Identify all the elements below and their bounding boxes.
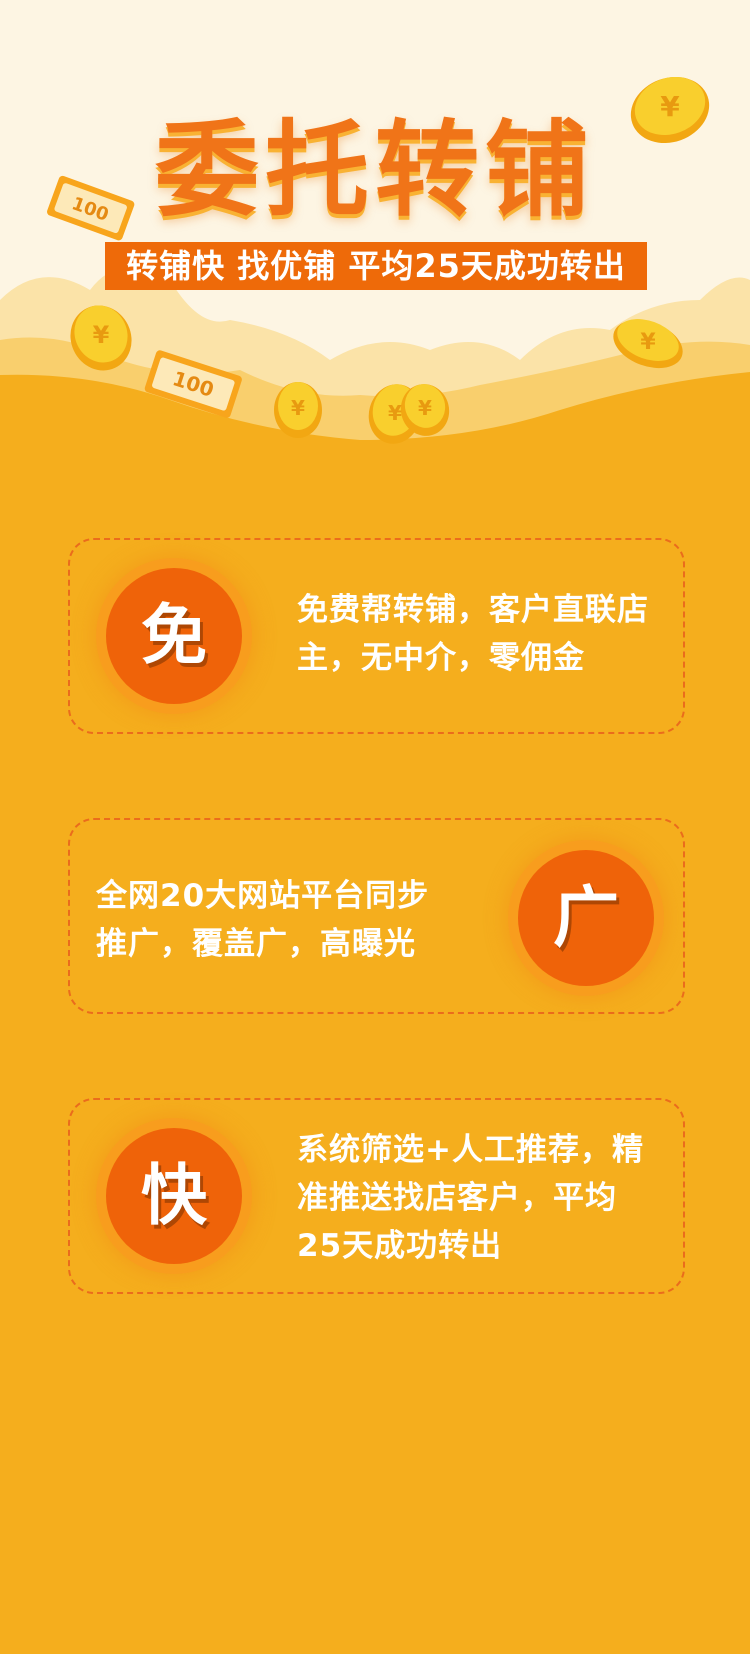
feature-badge: 快 [106,1128,242,1264]
banknote-icon: 100 [144,350,242,418]
feature-text: 系统筛选+人工推荐，精准推送找店客户，平均25天成功转出 [297,1132,644,1264]
subtitle-banner: 转铺快 找优铺 平均25天成功转出 [105,242,647,290]
svg-text:¥: ¥ [388,401,402,425]
feature-text: 免费帮转铺，客户直联店主，无中介，零佣金 [297,592,649,676]
feature-card-free: 免 免费帮转铺，客户直联店主，无中介，零佣金 [68,538,685,734]
svg-text:¥: ¥ [291,396,305,420]
coin-icon: ¥ [274,382,322,438]
hero-banner: 100 100 ¥ ¥ ¥ ¥ ¥ ¥ 委托转铺 转铺快 找优铺 平均25天成功… [0,0,750,480]
coin-icon: ¥ [70,305,132,371]
feature-badge: 免 [106,568,242,704]
coin-icon: ¥ [613,319,683,369]
feature-text: 全网20大网站平台同步推广，覆盖广，高曝光 [96,878,430,962]
svg-text:¥: ¥ [93,321,110,349]
svg-text:¥: ¥ [418,396,432,420]
svg-text:¥: ¥ [640,330,656,355]
feature-badge: 广 [518,850,654,986]
feature-card-fast: 快 系统筛选+人工推荐，精准推送找店客户，平均25天成功转出 [68,1098,685,1294]
page-title: 委托转铺 [154,109,595,231]
coin-icon: ¥ ¥ [368,384,450,444]
feature-card-wide: 全网20大网站平台同步推广，覆盖广，高曝光 广 [68,818,685,1014]
